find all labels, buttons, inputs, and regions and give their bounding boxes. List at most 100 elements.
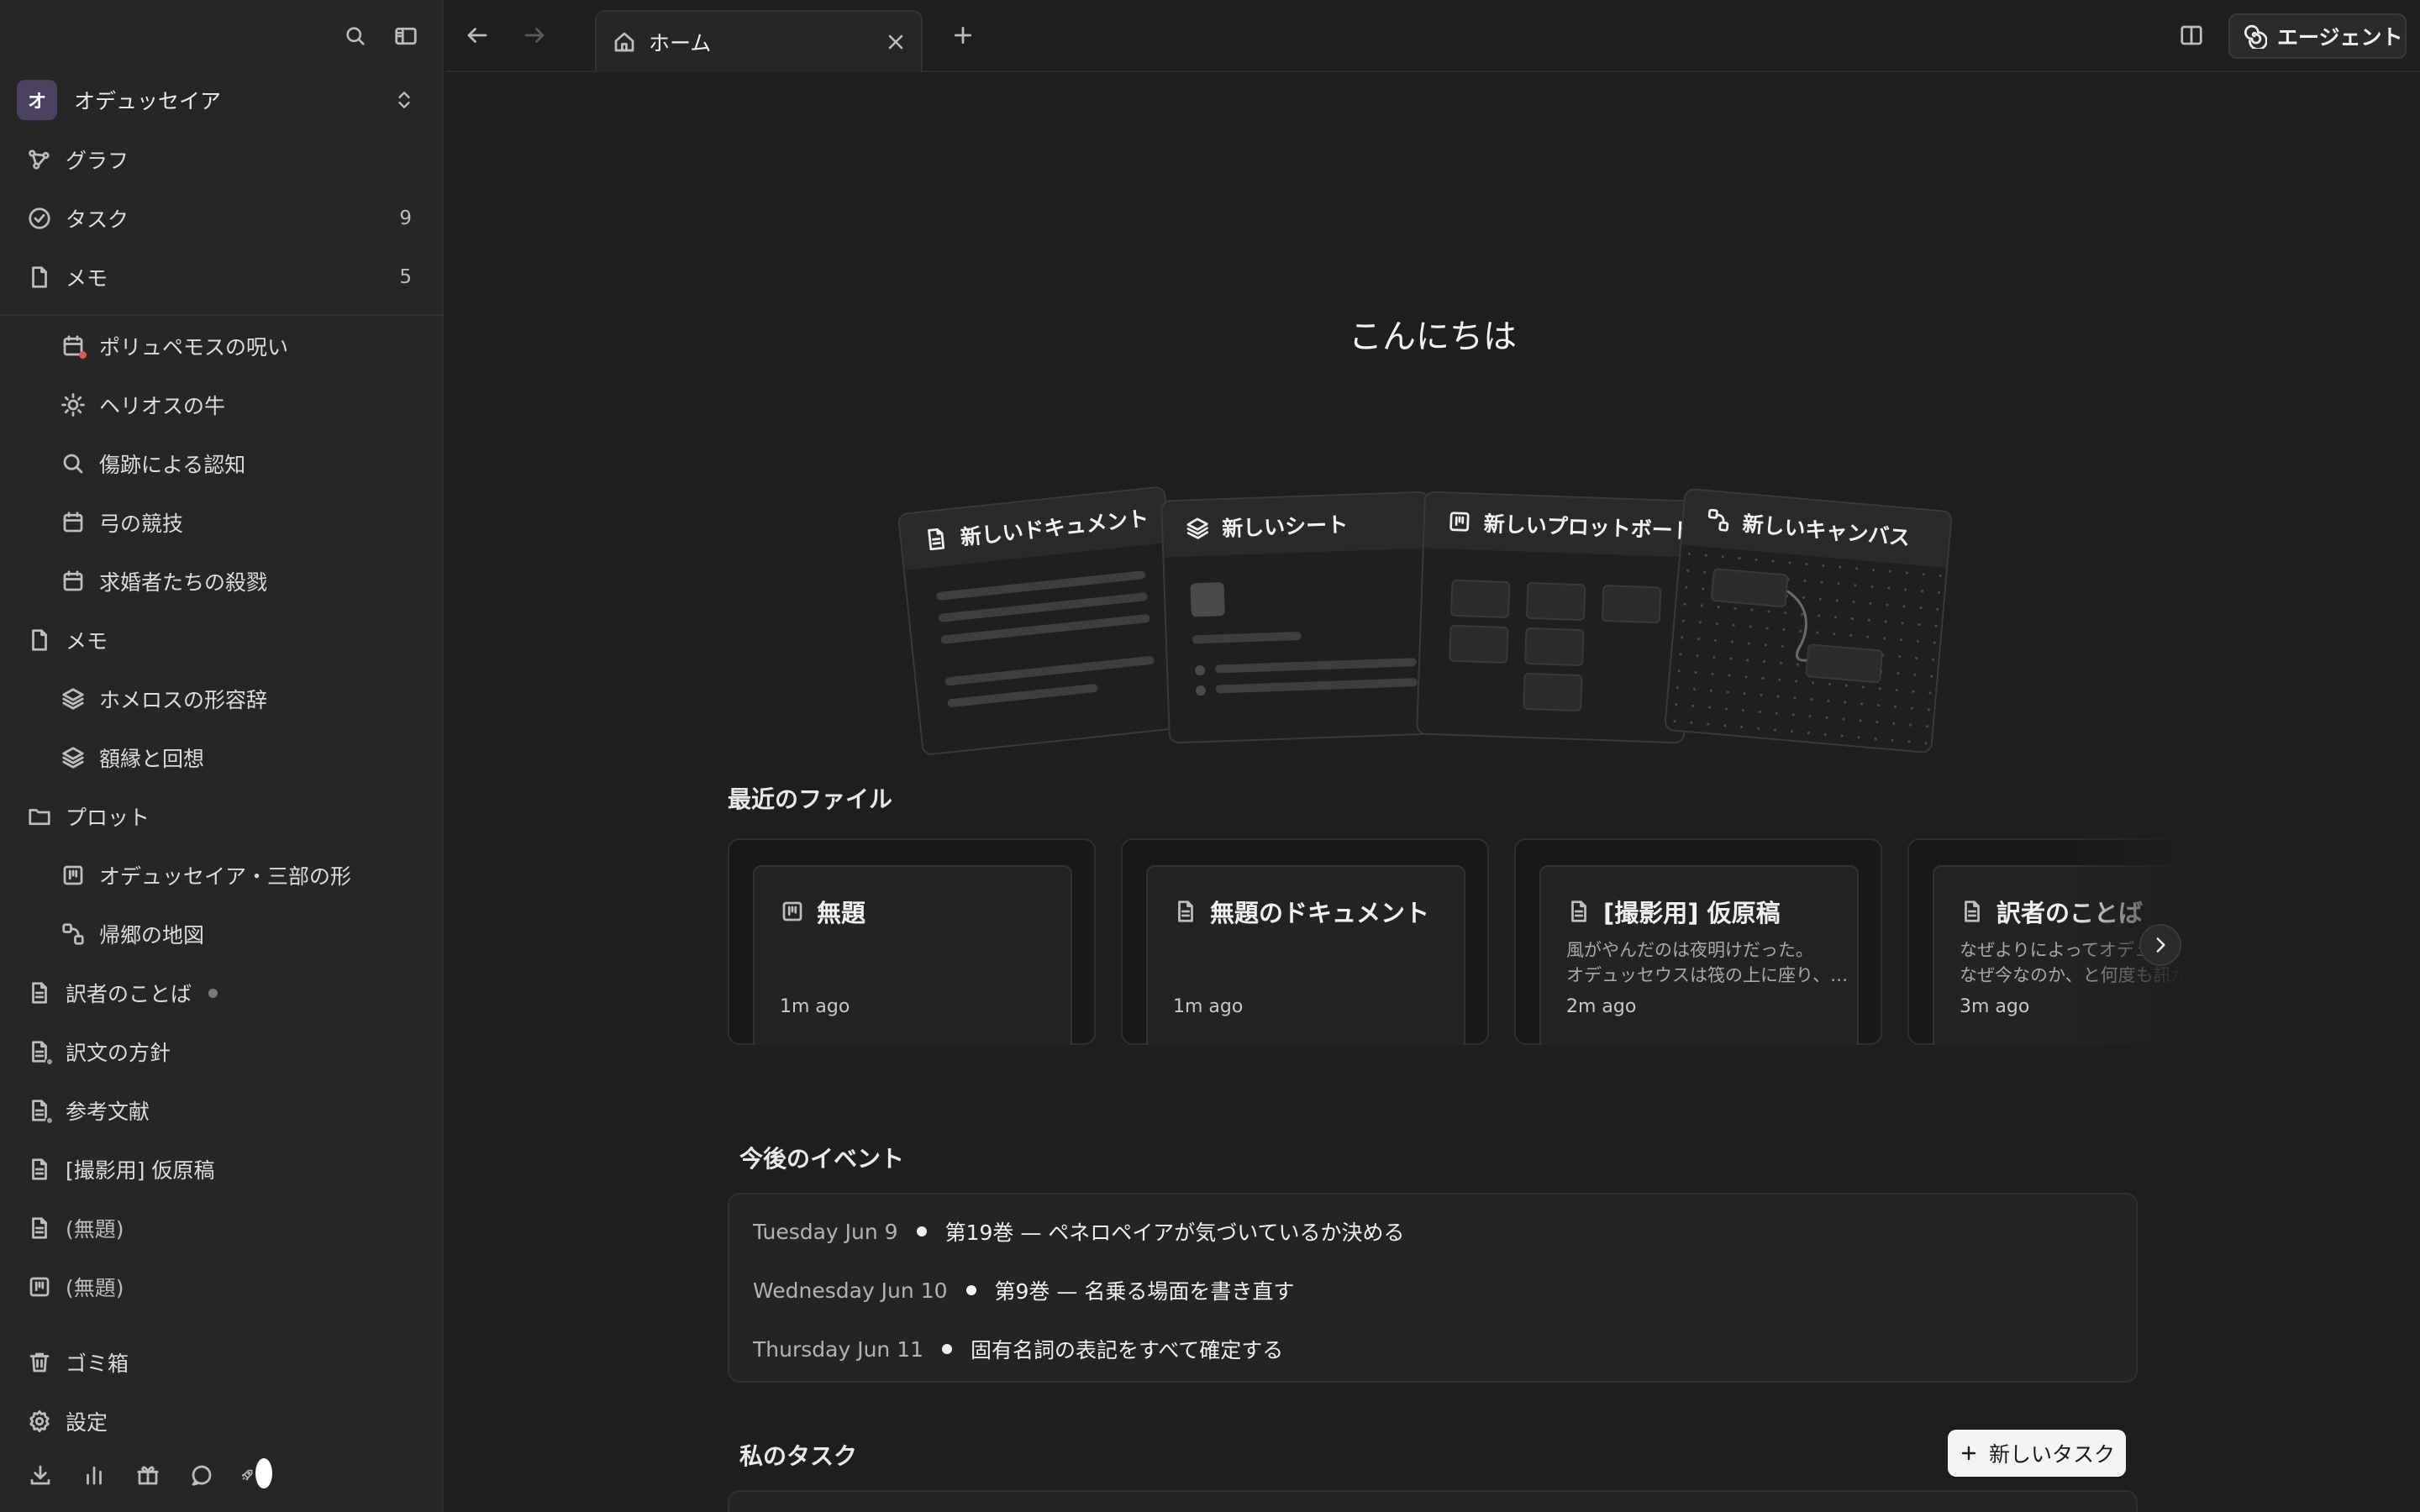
recent-file-snippet: 風がやんだのは夜明けだった。 オデュッセウスは筏の上に座り、…: [1566, 940, 1849, 985]
recent-file-card[interactable]: [撮影用] 仮原稿 風がやんだのは夜明けだった。 オデュッセウスは筏の上に座り、…: [1514, 838, 1882, 1045]
sidebar-item-untitled-board[interactable]: (無題): [25, 1263, 124, 1310]
sidebar-folder-memo[interactable]: メモ: [25, 617, 108, 664]
nav-label: メモ: [66, 266, 108, 291]
new-plotboard-card[interactable]: 新しいプロットボード: [1416, 491, 1693, 744]
canvas-connector: [1786, 590, 1807, 662]
recent-file-card[interactable]: 無題のドキュメント 1m ago: [1121, 838, 1489, 1045]
nav-label: タスク: [66, 207, 129, 232]
card-label: 新しいドキュメント: [959, 506, 1150, 550]
sidebar: オ オデュッセイア グラフ タスク 9 メモ 5 ポリュペモスの呪い ヘリオスの…: [0, 0, 444, 1512]
trash-icon: [25, 1348, 54, 1377]
sidebar-item-label: 設定: [66, 1410, 108, 1435]
new-canvas-card[interactable]: 新しいキャンバス: [1663, 487, 1954, 754]
sidebar-item-translator-note[interactable]: 訳者のことば: [25, 969, 218, 1016]
sidebar-item-draft[interactable]: [撮影用] 仮原稿: [25, 1146, 214, 1193]
workspace-switcher[interactable]: オ オデュッセイア: [17, 80, 429, 120]
stats-icon[interactable]: [79, 1460, 109, 1490]
notification-dot: [255, 1458, 272, 1488]
sidebar-item-scar[interactable]: 傷跡による認知: [59, 440, 245, 487]
split-view-button[interactable]: [2176, 20, 2207, 50]
document-icon: [1566, 899, 1591, 924]
sidebar-item-label: 参考文献: [66, 1100, 150, 1124]
sidebar-item-frame[interactable]: 額縁と回想: [59, 734, 204, 781]
sidebar-item-polyphemus[interactable]: ポリュペモスの呪い: [59, 323, 288, 370]
event-dot: [916, 1226, 927, 1236]
tasks-title: 私のタスク: [739, 1442, 858, 1470]
document-icon: [923, 525, 950, 553]
event-date: Tuesday Jun 9: [753, 1219, 898, 1244]
tab-home[interactable]: ホーム: [595, 10, 923, 72]
new-task-button[interactable]: 新しいタスク: [1948, 1430, 2126, 1477]
status-dot: [79, 351, 87, 359]
sidebar-item-label: オデュッセイア・三部の形: [99, 864, 352, 889]
search-icon[interactable]: [341, 22, 370, 50]
nav-tasks[interactable]: タスク 9: [25, 195, 412, 242]
rocket-icon[interactable]: [240, 1458, 272, 1490]
sidebar-item-label: (無題): [66, 1217, 124, 1242]
sidebar-toggle-icon[interactable]: [392, 22, 420, 50]
sidebar-item-suitors[interactable]: 求婚者たちの殺戮: [59, 558, 267, 605]
sidebar-item-label: 訳者のことば: [66, 982, 192, 1006]
sidebar-item-references[interactable]: 参考文献: [25, 1087, 150, 1134]
event-date: Wednesday Jun 10: [753, 1278, 948, 1303]
note-icon: [25, 626, 54, 654]
sidebar-item-untitled-doc[interactable]: (無題): [25, 1205, 124, 1252]
sun-icon: [59, 391, 87, 419]
document-icon: [25, 1096, 54, 1125]
sidebar-item-bow[interactable]: 弓の競技: [59, 499, 183, 546]
recent-files-row: 無題 1m ago 無題のドキュメント 1m ago [撮影用] 仮原稿 風がや…: [728, 838, 2186, 1045]
recent-file-title: 訳者のことば: [1996, 899, 2144, 927]
new-tab-button[interactable]: [948, 20, 978, 50]
sidebar-item-helios[interactable]: ヘリオスの牛: [59, 381, 225, 428]
sidebar-item-label: [撮影用] 仮原稿: [66, 1158, 215, 1183]
tab-label: ホーム: [649, 31, 712, 55]
sidebar-item-trash[interactable]: ゴミ箱: [25, 1339, 129, 1386]
note-icon: [25, 263, 54, 291]
event-title: 第19巻 — ペネロペイアが気づいているか決める: [944, 1221, 1405, 1245]
gift-icon[interactable]: [133, 1460, 163, 1490]
recent-file-title: [撮影用] 仮原稿: [1603, 899, 1781, 927]
forward-button[interactable]: [519, 20, 550, 50]
board-icon: [1446, 508, 1472, 534]
sidebar-item-label: (無題): [66, 1276, 124, 1300]
close-icon[interactable]: [884, 30, 908, 54]
agent-button[interactable]: エージェント: [2228, 13, 2407, 59]
check-circle-icon: [25, 204, 54, 233]
workspace-name: オデュッセイア: [74, 89, 222, 113]
workspace-avatar: オ: [17, 80, 57, 120]
document-icon: [25, 1214, 54, 1242]
sidebar-item-settings[interactable]: 設定: [25, 1398, 108, 1445]
sidebar-item-label: 額縁と回想: [99, 747, 205, 771]
nav-memo[interactable]: メモ 5: [25, 254, 412, 301]
recent-file-title: 無題のドキュメント: [1210, 899, 1430, 927]
status-dot: [45, 1116, 54, 1125]
sidebar-item-homecoming-map[interactable]: 帰郷の地図: [59, 911, 204, 958]
scroll-next-button[interactable]: [2139, 924, 2181, 966]
task-count: 9: [399, 207, 412, 229]
event-item[interactable]: Wednesday Jun 10 第9巻 — 名乗る場面を書き直す: [753, 1275, 1294, 1305]
back-button[interactable]: [462, 20, 492, 50]
chat-icon[interactable]: [187, 1460, 217, 1490]
event-item[interactable]: Tuesday Jun 9 第19巻 — ペネロペイアが気づいているか決める: [753, 1216, 1405, 1247]
new-document-card[interactable]: 新しいドキュメント: [897, 486, 1191, 756]
recent-file-card[interactable]: 無題 1m ago: [728, 838, 1096, 1045]
events-list: Tuesday Jun 9 第19巻 — ペネロペイアが気づいているか決める W…: [728, 1193, 2138, 1383]
gear-icon: [25, 1407, 54, 1436]
sidebar-divider: [0, 314, 444, 316]
nav-graph[interactable]: グラフ: [25, 136, 412, 183]
recent-files-title: 最近のファイル: [728, 785, 893, 813]
sidebar-item-label: メモ: [66, 629, 108, 654]
arrow-left-icon: [467, 28, 487, 43]
greeting: こんにちは: [1349, 318, 1517, 356]
spiral-icon: [2242, 24, 2267, 49]
tasks-list: [728, 1490, 2138, 1512]
download-icon[interactable]: [25, 1460, 55, 1490]
new-sheet-card[interactable]: 新しいシート: [1160, 491, 1438, 744]
sidebar-item-translation-policy[interactable]: 訳文の方針: [25, 1028, 171, 1075]
document-icon: [25, 1155, 54, 1184]
calendar-icon: [59, 332, 87, 360]
event-item[interactable]: Thursday Jun 11 固有名詞の表記をすべて確定する: [753, 1334, 1283, 1364]
sidebar-item-epithets[interactable]: ホメロスの形容辞: [59, 675, 267, 722]
sidebar-item-three-part[interactable]: オデュッセイア・三部の形: [59, 852, 351, 899]
sidebar-folder-plot[interactable]: プロット: [25, 793, 150, 840]
